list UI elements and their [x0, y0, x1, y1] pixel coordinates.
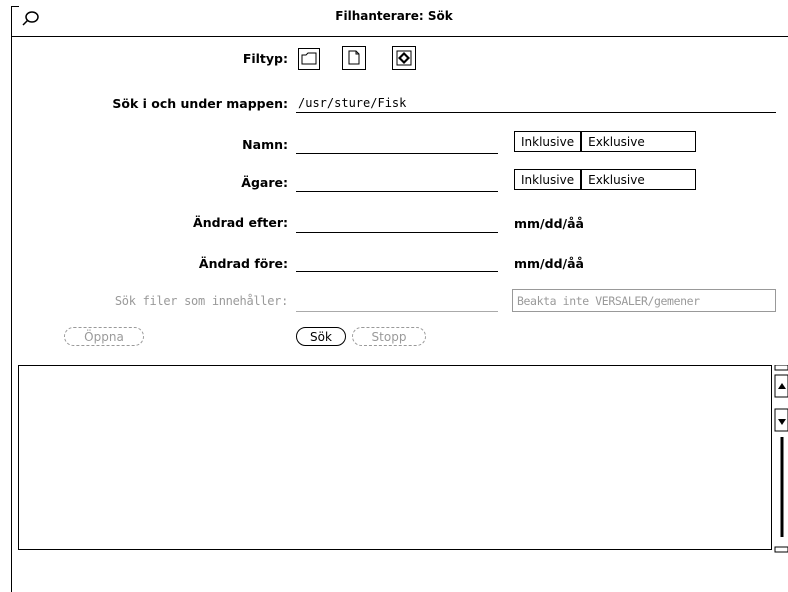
modified-before-format: mm/dd/åå: [514, 256, 584, 271]
application-icon[interactable]: [392, 46, 416, 70]
search-dir-label: Sök i och under mappen:: [112, 96, 288, 111]
search-dir-value: /usr/sture/Fisk: [298, 96, 407, 110]
stop-button[interactable]: Stopp: [352, 327, 426, 346]
search-dir-input[interactable]: [296, 112, 776, 113]
modified-before-label: Ändrad före:: [198, 256, 288, 271]
owner-exclusive-option[interactable]: Exklusive: [581, 170, 651, 189]
results-list[interactable]: [18, 365, 772, 550]
modified-after-label: Ändrad efter:: [193, 215, 288, 230]
name-inclusion-choice[interactable]: Inklusive Exklusive: [514, 131, 696, 152]
owner-label: Ägare:: [241, 175, 288, 190]
owner-input[interactable]: [296, 191, 498, 192]
contains-input[interactable]: [296, 311, 498, 312]
modified-after-input[interactable]: [296, 232, 498, 233]
window-corner: [11, 6, 19, 7]
results-scrollbar[interactable]: [772, 365, 788, 580]
name-label: Namn:: [242, 137, 288, 152]
window-title: Filhanterare: Sök: [335, 9, 453, 23]
contains-label: Sök filer som innehåller:: [114, 294, 288, 308]
open-button[interactable]: Öppna: [64, 327, 144, 346]
window-left-border: [11, 6, 12, 592]
name-input[interactable]: [296, 153, 498, 154]
modified-before-input[interactable]: [296, 271, 498, 272]
document-icon[interactable]: [342, 46, 366, 70]
folder-icon[interactable]: [298, 48, 320, 70]
modified-after-format: mm/dd/åå: [514, 216, 584, 231]
name-exclusive-option[interactable]: Exklusive: [581, 132, 651, 151]
owner-inclusion-choice[interactable]: Inklusive Exklusive: [514, 169, 696, 190]
ignore-case-button[interactable]: Beakta inte VERSALER/gemener: [512, 289, 776, 312]
owner-inclusive-option[interactable]: Inklusive: [514, 169, 582, 190]
name-inclusive-option[interactable]: Inklusive: [514, 131, 582, 152]
filetype-label: Filtyp:: [242, 51, 288, 66]
search-button[interactable]: Sök: [296, 327, 346, 346]
